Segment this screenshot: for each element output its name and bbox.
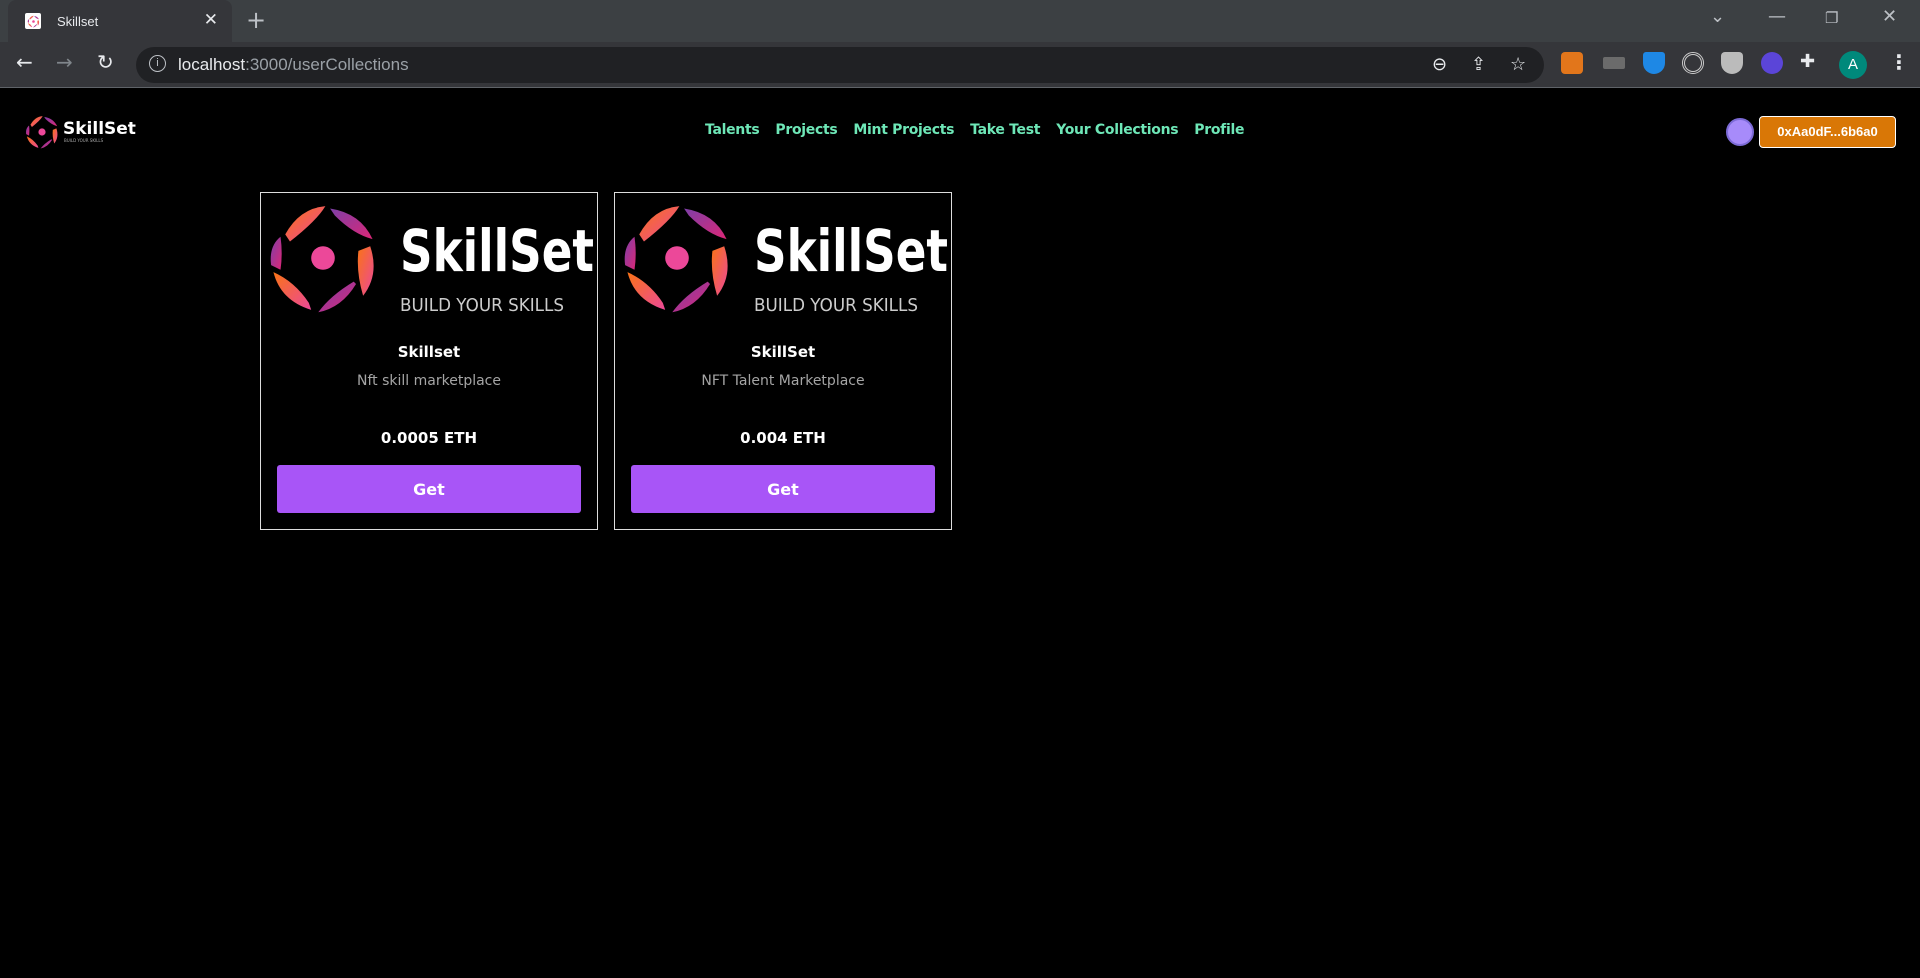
nav-talents[interactable]: Talents (705, 122, 760, 138)
tab-close-icon[interactable]: ✕ (204, 10, 218, 30)
get-button[interactable]: Get (631, 465, 935, 513)
new-tab-icon[interactable]: + (246, 6, 266, 34)
minimize-icon[interactable]: — (1768, 6, 1786, 27)
tab-search-icon[interactable]: ⌄ (1710, 6, 1725, 27)
address-bar[interactable]: i localhost:3000/userCollections ⊖ ⇪ ☆ (136, 47, 1544, 83)
svg-text:SkillSet: SkillSet (400, 217, 594, 285)
restore-icon[interactable]: ❐ (1825, 9, 1838, 27)
url-text: localhost:3000/userCollections (178, 55, 409, 74)
get-button[interactable]: Get (277, 465, 581, 513)
browser-tab-strip: Skillset ✕ + ⌄ — ❐ ✕ (0, 0, 1920, 42)
phantom-extension-icon[interactable] (1761, 52, 1783, 74)
zoom-icon[interactable]: ⊖ (1432, 54, 1447, 75)
metamask-extension-icon[interactable] (1561, 52, 1583, 74)
tab-title: Skillset (57, 13, 99, 29)
card-price: 0.0005 ETH (380, 429, 478, 447)
target-extension-icon[interactable] (1682, 52, 1704, 74)
reload-icon[interactable]: ↻ (97, 50, 114, 74)
gem-extension-icon[interactable] (1643, 52, 1665, 74)
card-description: NFT Talent Marketplace (701, 373, 865, 389)
card-description: Nft skill marketplace (357, 373, 501, 389)
site-info-icon[interactable]: i (149, 55, 166, 72)
browser-toolbar: ← → ↻ i localhost:3000/userCollections ⊖… (0, 42, 1920, 88)
svg-text:BUILD YOUR SKILLS: BUILD YOUR SKILLS (754, 295, 918, 316)
collection-card: SkillSet BUILD YOUR SKILLS SkillSet NFT … (614, 192, 952, 530)
network-icon[interactable] (1726, 118, 1754, 146)
site-favicon-icon (25, 13, 41, 29)
shield-extension-icon[interactable] (1721, 52, 1743, 74)
nav-mint-projects[interactable]: Mint Projects (853, 122, 954, 138)
nav-profile[interactable]: Profile (1194, 122, 1244, 138)
nav-your-collections[interactable]: Your Collections (1056, 122, 1178, 138)
extension-icon[interactable] (1603, 57, 1625, 69)
bookmark-star-icon[interactable]: ☆ (1510, 54, 1526, 75)
nav-projects[interactable]: Projects (775, 122, 837, 138)
back-icon[interactable]: ← (16, 50, 33, 74)
svg-text:BUILD YOUR SKILLS: BUILD YOUR SKILLS (400, 295, 564, 316)
share-icon[interactable]: ⇪ (1471, 54, 1486, 75)
card-logo-image: SkillSet BUILD YOUR SKILLS (624, 206, 948, 316)
logo-mark-icon (24, 114, 60, 150)
extensions-puzzle-icon[interactable]: ✚ (1800, 51, 1815, 72)
card-price: 0.004 ETH (740, 429, 826, 447)
card-title: Skillset (397, 343, 461, 361)
browser-tab[interactable]: Skillset ✕ (8, 0, 232, 42)
forward-icon[interactable]: → (56, 50, 73, 74)
nav-take-test[interactable]: Take Test (970, 122, 1040, 138)
collection-card: SkillSet BUILD YOUR SKILLS Skillset Nft … (260, 192, 598, 530)
wallet-address-button[interactable]: 0xAa0dF...6b6a0 (1759, 116, 1896, 148)
site-logo[interactable]: SkillSet BUILD YOUR SKILLS (24, 114, 136, 150)
close-window-icon[interactable]: ✕ (1882, 6, 1897, 27)
card-logo-image: SkillSet BUILD YOUR SKILLS (270, 206, 594, 316)
profile-avatar[interactable]: A (1839, 51, 1867, 79)
main-nav: Talents Projects Mint Projects Take Test… (705, 122, 1244, 138)
svg-text:SkillSet: SkillSet (754, 217, 948, 285)
card-title: SkillSet (750, 343, 816, 361)
logo-name: SkillSet (63, 119, 136, 139)
browser-menu-icon[interactable]: ⋮ (1889, 50, 1909, 74)
